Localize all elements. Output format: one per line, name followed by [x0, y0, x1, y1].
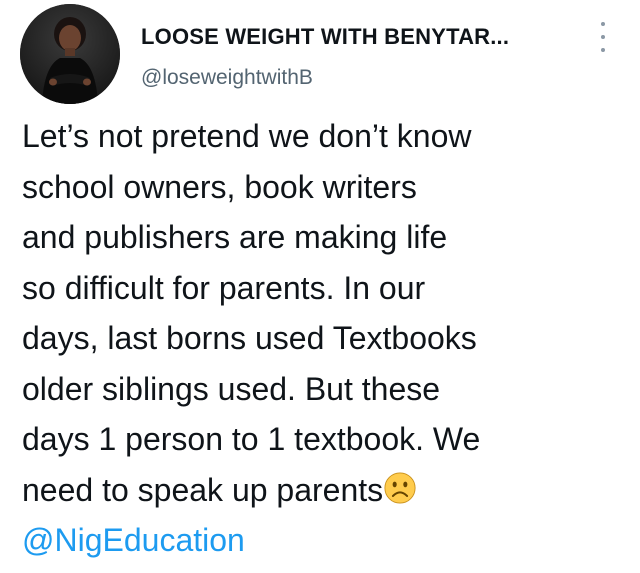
more-dot — [601, 22, 605, 26]
tweet-text-line: school owners, book writers — [22, 168, 417, 205]
tweet-text-line: so difficult for parents. In our — [22, 269, 426, 306]
avatar[interactable] — [20, 4, 120, 104]
tweet-text-line: days, last borns used Textbooks — [22, 320, 477, 356]
tweet-card: LOOSE WEIGHT WITH BENYTAR... @loseweight… — [0, 0, 640, 573]
tweet-text-line: older siblings used. But these — [22, 370, 441, 407]
tweet-text-line-with-emoji: need to speak up parents — [22, 465, 622, 516]
more-dot — [601, 48, 605, 52]
user-handle[interactable]: @loseweightwithB — [141, 66, 313, 90]
avatar-image — [20, 4, 120, 104]
tweet-text-line: days 1 person to 1 textbook. We — [22, 421, 481, 457]
display-name[interactable]: LOOSE WEIGHT WITH BENYTAR... — [141, 24, 509, 50]
tweet-text-line: and publishers are making life — [22, 219, 448, 255]
frowning-face-emoji-icon — [384, 471, 416, 504]
tweet-text: Let’s not pretend we don’t know school o… — [22, 111, 622, 566]
mention-link[interactable]: @NigEducation — [22, 515, 622, 566]
tweet-text-segment: need to speak up parents — [22, 471, 384, 508]
more-dot — [601, 35, 605, 39]
tweet-text-line: Let’s not pretend we don’t know — [22, 118, 472, 154]
more-options-icon[interactable] — [596, 22, 610, 52]
